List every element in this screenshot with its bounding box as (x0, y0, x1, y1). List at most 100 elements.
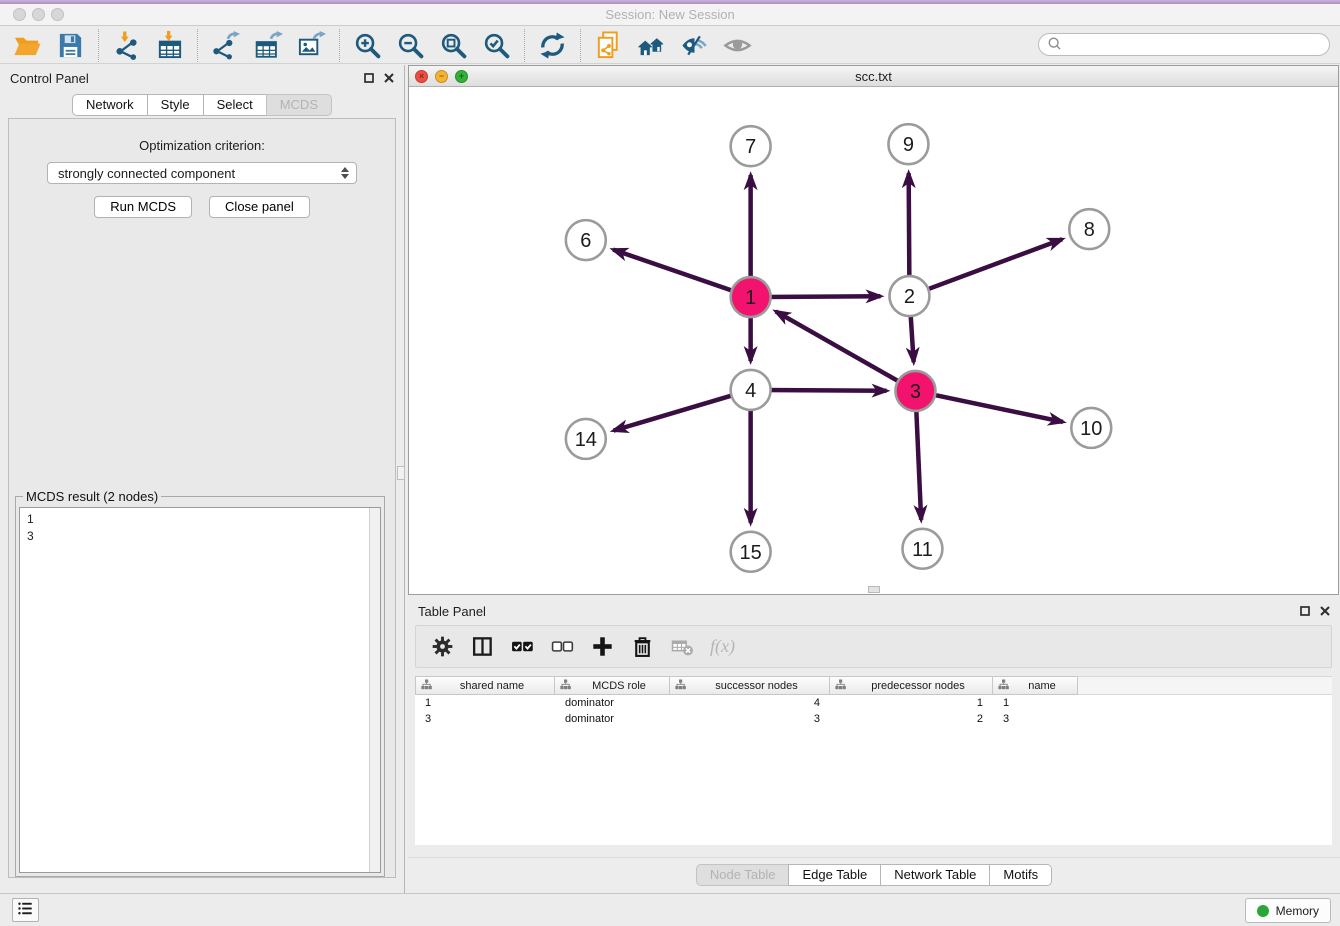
apply-layout-icon[interactable] (536, 29, 569, 62)
cell-shared-name[interactable]: 1 (415, 697, 555, 709)
table-settings-icon[interactable] (430, 635, 454, 659)
edge-3-10[interactable] (915, 391, 1062, 422)
edge-3-1[interactable] (776, 311, 916, 391)
memory-button[interactable]: Memory (1245, 898, 1331, 923)
svg-text:6: 6 (580, 230, 591, 252)
column-header-successor-nodes[interactable]: successor nodes (670, 676, 830, 695)
control-panel-tabs: NetworkStyleSelectMCDS (0, 94, 404, 116)
column-header-MCDS-role[interactable]: MCDS role (555, 676, 670, 695)
svg-text:15: 15 (740, 542, 762, 564)
cell-name[interactable]: 1 (993, 697, 1078, 709)
toolbar-separator (524, 29, 525, 62)
cell-MCDS-role[interactable]: dominator (555, 697, 670, 709)
network-maximize-button[interactable]: + (455, 70, 468, 83)
table-tabs: Node TableEdge TableNetwork TableMotifs (408, 864, 1340, 886)
toggle-graphics-details-icon[interactable] (678, 29, 711, 62)
table-float-panel-icon[interactable] (1300, 604, 1310, 619)
node-table[interactable]: shared nameMCDS rolesuccessor nodesprede… (415, 676, 1332, 845)
node-4[interactable]: 4 (731, 370, 771, 410)
network-overview-icon[interactable] (635, 29, 668, 62)
node-6[interactable]: 6 (566, 220, 606, 260)
cell-MCDS-role[interactable]: dominator (555, 713, 670, 725)
node-11[interactable]: 11 (902, 529, 942, 569)
result-scrollbar[interactable] (369, 508, 380, 872)
network-graph[interactable]: 1 2 3 4 6 7 8 9 10 11 14 15 (409, 87, 1338, 594)
tab-style[interactable]: Style (147, 94, 204, 116)
table-tab-motifs[interactable]: Motifs (989, 864, 1052, 886)
close-window-button[interactable] (13, 8, 26, 21)
table-tab-network-table[interactable]: Network Table (880, 864, 990, 886)
table-toolbar: f(x) (415, 625, 1332, 668)
column-header-shared-name[interactable]: shared name (415, 676, 555, 695)
tab-select[interactable]: Select (203, 94, 267, 116)
node-10[interactable]: 10 (1071, 408, 1111, 448)
node-3[interactable]: 3 (895, 371, 935, 411)
cell-successor-nodes[interactable]: 3 (670, 713, 830, 725)
network-traffic-lights: × − + (415, 70, 468, 83)
svg-text:14: 14 (575, 429, 597, 451)
add-column-icon[interactable] (590, 635, 614, 659)
tab-mcds[interactable]: MCDS (266, 94, 332, 116)
run-mcds-button[interactable]: Run MCDS (94, 196, 192, 218)
edge-4-14[interactable] (614, 390, 751, 431)
close-panel-button[interactable]: Close panel (209, 196, 310, 218)
node-8[interactable]: 8 (1069, 209, 1109, 249)
export-image-icon[interactable] (295, 29, 328, 62)
search-input[interactable] (1063, 38, 1329, 52)
edge-2-8[interactable] (909, 239, 1062, 296)
clone-network-icon[interactable] (592, 29, 625, 62)
column-header-name[interactable]: name (993, 676, 1078, 695)
node-14[interactable]: 14 (566, 419, 606, 459)
save-session-icon[interactable] (54, 29, 87, 62)
optimization-criterion-dropdown[interactable]: strongly connected component (47, 162, 357, 184)
node-7[interactable]: 7 (731, 126, 771, 166)
cell-shared-name[interactable]: 3 (415, 713, 555, 725)
network-view-window: × − + scc.txt 1 2 3 4 6 7 8 9 10 11 14 15 (408, 65, 1339, 595)
network-window-titlebar[interactable]: × − + scc.txt (409, 66, 1338, 87)
export-network-icon[interactable] (209, 29, 242, 62)
cell-predecessor-nodes[interactable]: 2 (830, 713, 993, 725)
column-header-predecessor-nodes[interactable]: predecessor nodes (830, 676, 993, 695)
export-table-icon[interactable] (252, 29, 285, 62)
table-row[interactable]: 3dominator323 (415, 711, 1332, 727)
canvas-scrollbar-handle[interactable] (868, 586, 880, 593)
zoom-fit-icon[interactable] (437, 29, 470, 62)
app-titlebar[interactable]: Session: New Session (0, 4, 1340, 26)
edge-1-6[interactable] (613, 250, 750, 297)
delete-columns-icon[interactable] (630, 635, 654, 659)
select-all-columns-icon[interactable] (510, 635, 534, 659)
zoom-in-icon[interactable] (351, 29, 384, 62)
unselect-all-columns-icon[interactable] (550, 635, 574, 659)
node-15[interactable]: 15 (731, 532, 771, 572)
cell-successor-nodes[interactable]: 4 (670, 697, 830, 709)
import-table-icon[interactable] (153, 29, 186, 62)
table-tab-edge-table[interactable]: Edge Table (788, 864, 881, 886)
zoom-out-icon[interactable] (394, 29, 427, 62)
panel-divider-handle[interactable] (397, 466, 405, 480)
import-network-icon[interactable] (110, 29, 143, 62)
float-panel-icon[interactable] (364, 71, 374, 86)
table-tab-node-table[interactable]: Node Table (696, 864, 790, 886)
column-type-icon (835, 679, 846, 693)
node-1[interactable]: 1 (731, 277, 771, 317)
open-session-icon[interactable] (11, 29, 44, 62)
table-row[interactable]: 1dominator411 (415, 695, 1332, 711)
network-canvas[interactable]: 1 2 3 4 6 7 8 9 10 11 14 15 (409, 87, 1338, 594)
node-2[interactable]: 2 (889, 276, 929, 316)
minimize-window-button[interactable] (32, 8, 45, 21)
node-9[interactable]: 9 (888, 124, 928, 164)
cell-name[interactable]: 3 (993, 713, 1078, 725)
network-close-button[interactable]: × (415, 70, 428, 83)
cell-predecessor-nodes[interactable]: 1 (830, 697, 993, 709)
zoom-selected-icon[interactable] (480, 29, 513, 62)
search-field[interactable] (1038, 33, 1330, 56)
show-panel-menu-button[interactable] (12, 898, 39, 922)
close-panel-icon[interactable] (384, 71, 394, 86)
mcds-tab-content: Optimization criterion: strongly connect… (8, 118, 396, 878)
mcds-result-list[interactable]: 13 (19, 507, 381, 873)
tab-network[interactable]: Network (72, 94, 148, 116)
show-columns-icon[interactable] (470, 635, 494, 659)
network-minimize-button[interactable]: − (435, 70, 448, 83)
table-close-panel-icon[interactable] (1320, 604, 1330, 619)
zoom-window-button[interactable] (51, 8, 64, 21)
